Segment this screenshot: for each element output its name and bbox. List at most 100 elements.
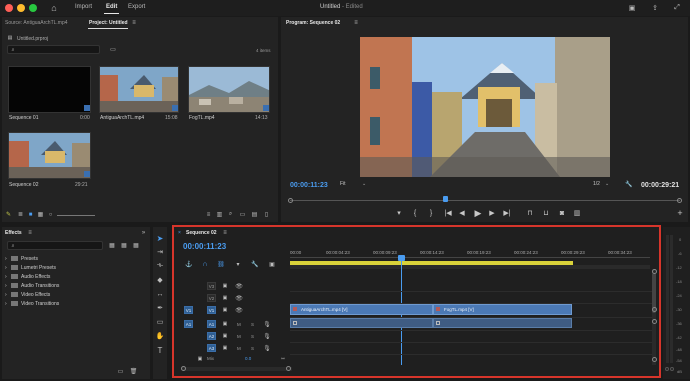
add-button[interactable]: + [676,208,684,218]
sort-icon[interactable]: ≡ [205,211,212,218]
microphone-icon[interactable]: 🎙 [263,320,271,328]
scroll-handle-top[interactable] [652,269,657,274]
pen-tool-icon[interactable]: ✒ [155,303,165,313]
track-select-tool-icon[interactable]: ⇥ [155,247,165,257]
solo-left-button[interactable] [665,367,669,371]
panel-menu-icon[interactable]: ≡ [27,229,33,236]
list-view-icon[interactable]: ≣ [17,211,24,218]
tab-effects[interactable]: Effects [5,230,22,236]
tab-edit[interactable]: Edit [106,4,117,10]
scroll-handle-right[interactable] [286,366,291,371]
linked-selection-icon[interactable]: ⛓ [217,260,225,268]
program-monitor-title[interactable]: Program: Sequence 02 [286,20,340,26]
automate-icon[interactable]: ▥ [216,211,223,218]
tab-import[interactable]: Import [75,4,92,10]
scroll-handle-bottom[interactable] [652,307,657,312]
scroll-handle-audio-top[interactable] [652,319,657,324]
wrench-icon[interactable]: 🔧 [625,180,633,188]
share-icon[interactable]: ⇪ [650,3,660,13]
play-button[interactable]: ▶ [473,208,483,218]
solo-button[interactable]: S [251,322,254,327]
solo-button[interactable]: S [251,346,254,351]
tab-export[interactable]: Export [128,4,145,10]
clip-fogtl-video[interactable]: FogTL.mp4 [V] [433,304,572,315]
time-ruler[interactable]: 00:00 00:00:04:23 00:00:09:23 00:00:14:2… [290,247,650,261]
timeline-settings-icon[interactable]: 🔧 [251,260,259,268]
panel-menu-icon[interactable]: ≡ [131,19,137,26]
mix-value[interactable]: 0.0 [245,356,251,361]
icon-view-icon[interactable]: ■ [27,211,34,218]
folder-audio-transitions[interactable]: › Audio Transitions [5,282,145,291]
microphone-icon[interactable]: 🎙 [263,332,271,340]
folder-lumetri-presets[interactable]: › Lumetri Presets [5,264,145,273]
scrubber-end-handle[interactable] [677,198,682,203]
new-bin-footer-icon[interactable]: ▭ [239,211,246,218]
tab-sequence02[interactable]: Sequence 02 [186,230,217,236]
track-target-v2[interactable]: V2 [207,294,216,302]
track-target-a3[interactable]: A3 [207,344,216,352]
track-output-icon[interactable]: ▣ [221,332,229,340]
panel-menu-icon[interactable]: ≡ [222,229,228,236]
zoom-slider-knob[interactable]: ○ [47,211,54,218]
rectangle-tool-icon[interactable]: ▭ [155,317,165,327]
zoom-slider-track[interactable] [57,215,95,216]
folder-video-effects[interactable]: › Video Effects [5,291,145,300]
workspace-icon[interactable]: ▣ [627,3,637,13]
timeline-timecode[interactable]: 00:00:11:23 [183,242,226,251]
accelerated-effects-icon[interactable]: ▦ [108,242,116,249]
ripple-edit-tool-icon[interactable]: ⟛ [155,261,165,271]
razor-tool-icon[interactable]: ◆ [155,275,165,285]
camera-icon[interactable]: ◙ [557,209,567,217]
track-output-icon[interactable]: ▣ [221,294,229,302]
snap-icon[interactable]: ∩ [201,260,209,268]
close-sequence-icon[interactable]: × [178,230,181,236]
type-tool-icon[interactable]: T [155,345,165,355]
go-to-in-button[interactable]: |◀ [443,209,453,217]
folder-presets[interactable]: › Presets [5,255,145,264]
track-target-a1[interactable]: A1 [207,320,216,328]
panel-menu-icon[interactable]: ≡ [353,19,359,26]
lift-button[interactable]: ⊓ [525,209,535,217]
mark-out-button[interactable]: } [427,209,435,217]
selection-tool-icon[interactable]: ➤ [155,233,165,243]
source-patch-a1[interactable]: A1 [184,320,193,328]
bin-thumbnail-antigua[interactable] [99,66,179,113]
32bit-effects-icon[interactable]: ▦ [120,242,128,249]
tab-source[interactable]: Source: AntiguaArchTL.mp4 [5,20,68,26]
resolution-dropdown[interactable]: 1/2 ⌄ [593,181,611,189]
hand-tool-icon[interactable]: ✋ [155,331,165,341]
eye-icon[interactable]: 👁 [235,294,243,302]
home-icon[interactable]: ⌂ [49,3,59,13]
solo-button[interactable]: S [251,334,254,339]
close-window-button[interactable] [5,4,13,12]
insert-sequence-icon[interactable]: ⚓ [185,260,193,268]
find-icon[interactable]: ⌕ [227,211,234,218]
mute-button[interactable]: M [237,334,241,339]
eye-icon[interactable]: 👁 [235,306,243,314]
delete-icon[interactable]: 🗑 [130,368,138,375]
mix-end-icon[interactable]: ⇿ [279,355,287,363]
captions-icon[interactable]: ▣ [268,260,276,268]
search-input[interactable]: ⌕ [7,45,100,54]
expand-panel-icon[interactable]: » [140,229,147,236]
comparison-view-icon[interactable]: ▥ [572,209,582,217]
clear-icon[interactable]: ▯ [263,211,270,218]
tab-project[interactable]: Project: Untitled [89,20,128,26]
fullscreen-icon[interactable]: ⤢ [672,3,682,13]
track-target-v3[interactable]: V3 [207,282,216,290]
track-output-icon[interactable]: ▣ [221,306,229,314]
bin-thumbnail-sequence01[interactable] [8,66,91,113]
track-output-icon[interactable]: ▣ [221,344,229,352]
track-target-a2[interactable]: A2 [207,332,216,340]
clip-fogtl-audio[interactable] [433,318,572,328]
folder-audio-effects[interactable]: › Audio Effects [5,273,145,282]
bin-thumbnail-sequence02[interactable] [8,132,91,179]
eye-icon[interactable]: 👁 [235,282,243,290]
go-to-out-button[interactable]: ▶| [502,209,512,217]
track-target-v1[interactable]: V1 [207,306,216,314]
clip-antigua-video[interactable]: AntiguaArchTL.mp4 [V] [290,304,433,315]
solo-right-button[interactable] [670,367,674,371]
mix-track-output-icon[interactable]: ▣ [196,355,204,363]
step-back-button[interactable]: ◀ [458,209,466,217]
program-timecode[interactable]: 00:00:11:23 [290,182,328,189]
